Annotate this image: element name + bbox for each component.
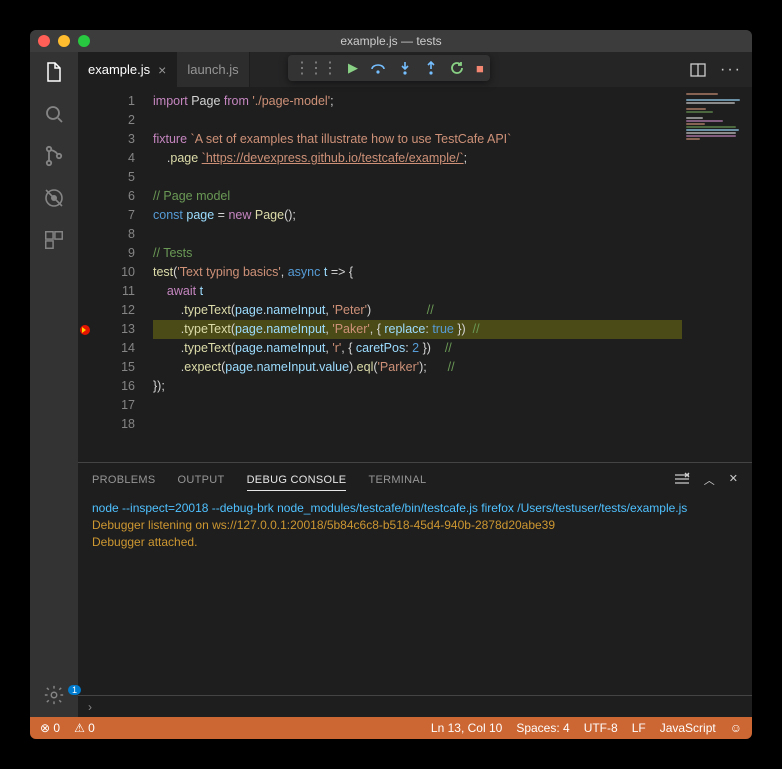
panel-tab-terminal[interactable]: TERMINAL (368, 474, 426, 486)
clear-console-icon[interactable] (674, 472, 690, 488)
settings-icon[interactable]: 1 (42, 683, 66, 707)
editor-area: example.js × launch.js ⋮⋮⋮ ▶ ■ (78, 52, 752, 717)
step-into-icon[interactable] (398, 61, 412, 75)
tab-label: launch.js (187, 62, 238, 77)
files-icon[interactable] (42, 60, 66, 84)
status-warnings[interactable]: ⚠ 0 (74, 721, 95, 735)
code-editor[interactable]: 123456789101112131415161718 import Page … (78, 87, 752, 462)
status-bar: ⊗ 0 ⚠ 0 Ln 13, Col 10 Spaces: 4 UTF-8 LF… (30, 717, 752, 739)
close-tab-icon[interactable]: × (158, 62, 166, 78)
code-content[interactable]: import Page from './page-model';fixture … (147, 87, 682, 462)
split-editor-icon[interactable] (690, 62, 706, 78)
close-panel-icon[interactable]: ✕ (729, 472, 738, 488)
minimap[interactable] (682, 87, 752, 462)
step-over-icon[interactable] (370, 61, 386, 75)
vscode-window: example.js — tests 1 example.js × launch (30, 30, 752, 739)
breakpoint-gutter[interactable] (78, 87, 92, 462)
status-cursor-position[interactable]: Ln 13, Col 10 (431, 721, 502, 735)
traffic-lights (38, 35, 90, 47)
debug-repl-input[interactable]: › (78, 695, 752, 717)
zoom-window-button[interactable] (78, 35, 90, 47)
continue-icon[interactable]: ▶ (348, 60, 358, 76)
status-language[interactable]: JavaScript (660, 721, 716, 735)
debug-toolbar[interactable]: ⋮⋮⋮ ▶ ■ (288, 55, 490, 81)
tab-launch-js[interactable]: launch.js (177, 52, 249, 87)
minimize-window-button[interactable] (58, 35, 70, 47)
search-icon[interactable] (42, 102, 66, 126)
window-title: example.js — tests (340, 34, 441, 48)
status-errors[interactable]: ⊗ 0 (40, 721, 60, 735)
more-actions-icon[interactable]: ··· (720, 61, 742, 79)
close-window-button[interactable] (38, 35, 50, 47)
tab-example-js[interactable]: example.js × (78, 52, 177, 87)
status-eol[interactable]: LF (632, 721, 646, 735)
bottom-panel: PROBLEMS OUTPUT DEBUG CONSOLE TERMINAL ︿… (78, 462, 752, 717)
tab-label: example.js (88, 62, 150, 77)
status-encoding[interactable]: UTF-8 (584, 721, 618, 735)
collapse-panel-icon[interactable]: ︿ (704, 472, 715, 488)
breakpoint-marker[interactable] (80, 325, 90, 335)
debug-icon[interactable] (42, 186, 66, 210)
main-area: 1 example.js × launch.js ⋮⋮⋮ ▶ (30, 52, 752, 717)
panel-tab-bar: PROBLEMS OUTPUT DEBUG CONSOLE TERMINAL ︿… (78, 463, 752, 496)
source-control-icon[interactable] (42, 144, 66, 168)
extensions-icon[interactable] (42, 228, 66, 252)
feedback-icon[interactable]: ☺ (730, 721, 742, 735)
activity-bar: 1 (30, 52, 78, 717)
panel-tab-output[interactable]: OUTPUT (178, 474, 225, 486)
tab-bar: example.js × launch.js ⋮⋮⋮ ▶ ■ (78, 52, 752, 87)
status-indent[interactable]: Spaces: 4 (516, 721, 569, 735)
drag-grip-icon[interactable]: ⋮⋮⋮ (294, 58, 336, 78)
settings-badge: 1 (68, 685, 81, 695)
panel-tab-problems[interactable]: PROBLEMS (92, 474, 156, 486)
debug-console-output[interactable]: node --inspect=20018 --debug-brk node_mo… (78, 496, 752, 695)
step-out-icon[interactable] (424, 61, 438, 75)
panel-tab-debug-console[interactable]: DEBUG CONSOLE (247, 474, 347, 491)
restart-icon[interactable] (450, 61, 464, 75)
title-bar: example.js — tests (30, 30, 752, 52)
stop-icon[interactable]: ■ (476, 61, 484, 76)
line-number-gutter: 123456789101112131415161718 (92, 87, 147, 462)
